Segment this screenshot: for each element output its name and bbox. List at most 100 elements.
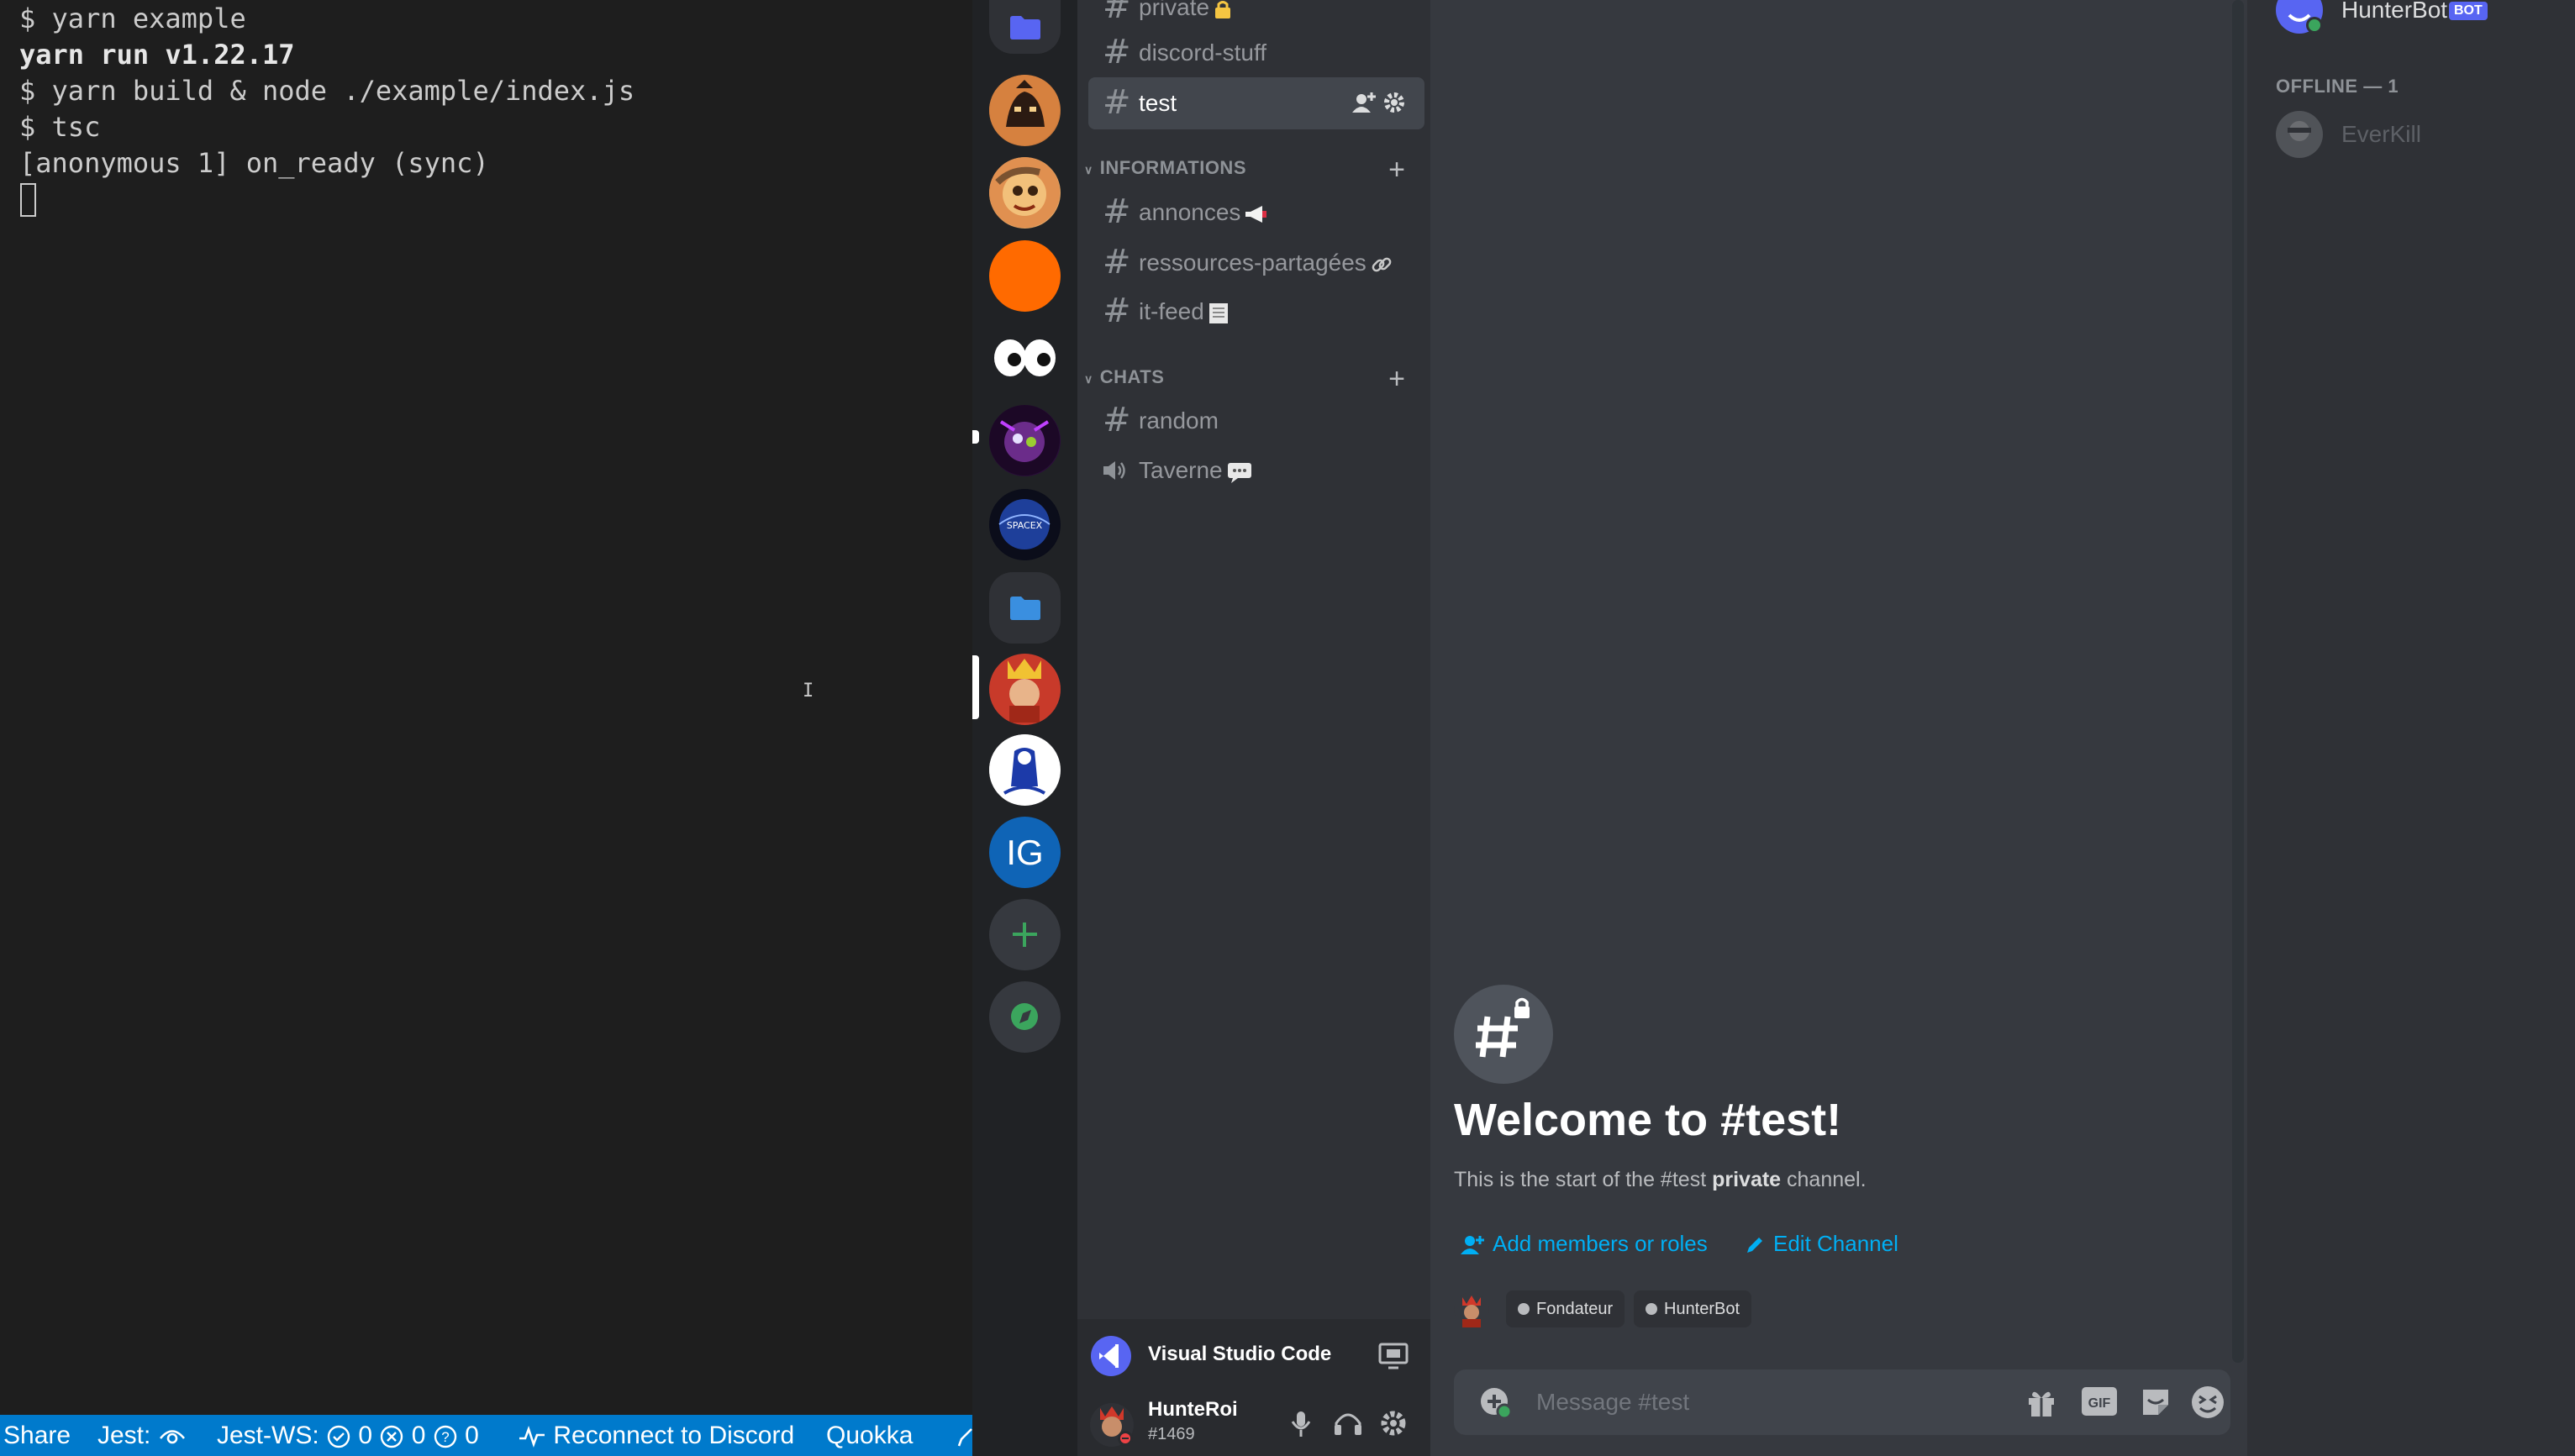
- jest-ws-status[interactable]: Jest-WS: 0 0 ? 0: [217, 1415, 479, 1456]
- headphones-icon[interactable]: [1333, 1410, 1363, 1437]
- channel-name: discord-stuff: [1139, 39, 1266, 66]
- terminal-panel[interactable]: $ yarn example yarn run v1.22.17 $ yarn …: [0, 0, 972, 1415]
- channel-hash-icon: #: [1103, 33, 1131, 71]
- channel-name: test: [1139, 90, 1177, 116]
- pencil-icon: [1747, 1238, 1762, 1254]
- desc-bold: private: [1712, 1168, 1782, 1191]
- add-attachment-icon[interactable]: [1479, 1386, 1513, 1420]
- reconnect-discord-button[interactable]: Reconnect to Discord: [518, 1415, 794, 1456]
- chat-area: Welcome to #test! This is the start of t…: [1430, 0, 2247, 1456]
- server-icon[interactable]: SPACEX: [989, 489, 1061, 560]
- invite-member-icon[interactable]: [1352, 92, 1376, 114]
- jest-label: Jest:: [97, 1422, 151, 1449]
- channel-name: it-feed: [1139, 298, 1204, 324]
- member-name[interactable]: HunterBot: [2341, 0, 2447, 24]
- share-button[interactable]: Share: [3, 1415, 71, 1456]
- activity-panel: Visual Studio Code: [1077, 1319, 1430, 1390]
- newspaper-emoji-icon: [1209, 302, 1228, 323]
- server-icon[interactable]: [989, 654, 1061, 725]
- member-avatar[interactable]: [2276, 111, 2323, 158]
- member-avatar[interactable]: [2276, 0, 2325, 35]
- channel-name: private: [1139, 0, 1210, 20]
- terminal-line: $ yarn example: [19, 3, 246, 34]
- speech-bubble-emoji-icon: [1227, 462, 1251, 483]
- user-panel: HunteRoi #1469: [1077, 1390, 1430, 1456]
- member-list: HunterBot BOT OFFLINE — 1 EverKill: [2247, 0, 2575, 1456]
- speaker-icon: [1103, 461, 1125, 480]
- voice-channel-taverne[interactable]: Taverne: [1088, 444, 1424, 497]
- channel-hash-icon: #: [1103, 83, 1131, 122]
- gift-icon[interactable]: [2025, 1386, 2057, 1418]
- sticker-icon[interactable]: [2140, 1386, 2172, 1418]
- server-avatar-icon: [989, 75, 1060, 145]
- add-members-button[interactable]: Add members or roles: [1461, 1227, 1708, 1260]
- message-input[interactable]: [1536, 1369, 2007, 1435]
- gear-icon[interactable]: [1382, 91, 1406, 114]
- add-person-icon: [1461, 1236, 1484, 1255]
- folder-icon: [1010, 597, 1040, 620]
- server-icon[interactable]: [989, 75, 1061, 146]
- jest-ws-label: Jest-WS:: [217, 1422, 319, 1449]
- server-icon[interactable]: [989, 734, 1061, 806]
- server-icon[interactable]: [989, 323, 1061, 394]
- server-folder-open[interactable]: [989, 0, 1061, 54]
- quokka-button[interactable]: Quokka: [826, 1415, 913, 1456]
- text-cursor-icon: I: [803, 681, 814, 702]
- member-avatar[interactable]: [1454, 1292, 1489, 1327]
- desc-text: This is the start of the #test: [1454, 1168, 1713, 1191]
- server-icon-ig[interactable]: IG: [989, 817, 1061, 888]
- category-informations[interactable]: ∨ INFORMATIONS: [1084, 151, 1246, 185]
- offline-header: OFFLINE — 1: [2276, 76, 2399, 97]
- channel-name: ressources-partagées: [1139, 250, 1366, 276]
- pass-count: 0: [358, 1422, 373, 1449]
- status-bar: Share Jest: Jest-WS: 0 0 ? 0 Reconnect t…: [0, 1415, 972, 1456]
- server-icon[interactable]: [989, 405, 1061, 476]
- role-chip-fondateur[interactable]: Fondateur: [1506, 1290, 1625, 1327]
- role-color-dot: [1518, 1303, 1530, 1315]
- screen-share-icon[interactable]: [1378, 1343, 1409, 1369]
- eye-icon: [159, 1430, 185, 1444]
- unknown-count: 0: [465, 1422, 479, 1449]
- add-members-label: Add members or roles: [1493, 1231, 1708, 1256]
- gear-icon[interactable]: [1378, 1408, 1409, 1438]
- emoji-icon[interactable]: [2190, 1385, 2225, 1420]
- person-icon[interactable]: [955, 1415, 972, 1456]
- channel-sidebar: # private # discord-stuff # test ∨ INFORM…: [1077, 0, 1430, 1456]
- gif-icon[interactable]: GIF: [2081, 1386, 2118, 1417]
- channel-hash-icon: #: [1103, 192, 1131, 231]
- member-name[interactable]: EverKill: [2341, 121, 2421, 148]
- question-circle-icon: ?: [434, 1425, 456, 1448]
- server-folder[interactable]: [989, 572, 1061, 644]
- terminal-line: $ yarn build & node ./example/index.js: [19, 75, 635, 107]
- role-chip-hunterbot[interactable]: HunterBot: [1634, 1290, 1752, 1327]
- avatar[interactable]: [1088, 1401, 1135, 1448]
- channel-hash-icon: #: [1103, 0, 1131, 26]
- channel-annonces[interactable]: # annonces: [1088, 187, 1424, 239]
- channel-it-feed[interactable]: # it-feed: [1088, 286, 1424, 338]
- explore-servers-button[interactable]: [989, 981, 1061, 1053]
- create-channel-button[interactable]: +: [1384, 155, 1409, 184]
- channel-name: annonces: [1139, 199, 1241, 225]
- role-color-dot: [1646, 1303, 1657, 1315]
- microphone-icon[interactable]: [1289, 1410, 1313, 1438]
- reconnect-label: Reconnect to Discord: [553, 1422, 795, 1449]
- server-icon[interactable]: [989, 240, 1061, 312]
- channel-random[interactable]: # random: [1088, 395, 1424, 447]
- scrollbar[interactable]: [2232, 0, 2244, 1363]
- channel-test[interactable]: # test: [1088, 77, 1424, 129]
- channel-ressources-partagees[interactable]: # ressources-partagées: [1088, 237, 1424, 289]
- category-label: CHATS: [1099, 366, 1165, 387]
- server-avatar-icon: [989, 405, 1060, 476]
- spacex-label: SPACEX: [1007, 520, 1043, 531]
- category-chats[interactable]: ∨ CHATS: [1084, 360, 1164, 394]
- server-avatar-icon: [989, 734, 1060, 805]
- channel-hash-icon: #: [1103, 243, 1131, 281]
- jest-status[interactable]: Jest:: [97, 1415, 187, 1456]
- edit-channel-button[interactable]: Edit Channel: [1745, 1227, 1898, 1260]
- add-server-button[interactable]: [989, 899, 1061, 970]
- channel-discord-stuff[interactable]: # discord-stuff: [1088, 27, 1424, 79]
- server-icon[interactable]: [989, 157, 1061, 229]
- category-label: INFORMATIONS: [1099, 157, 1246, 178]
- welcome-description: This is the start of the #test private c…: [1454, 1168, 1867, 1192]
- create-channel-button[interactable]: +: [1384, 365, 1409, 393]
